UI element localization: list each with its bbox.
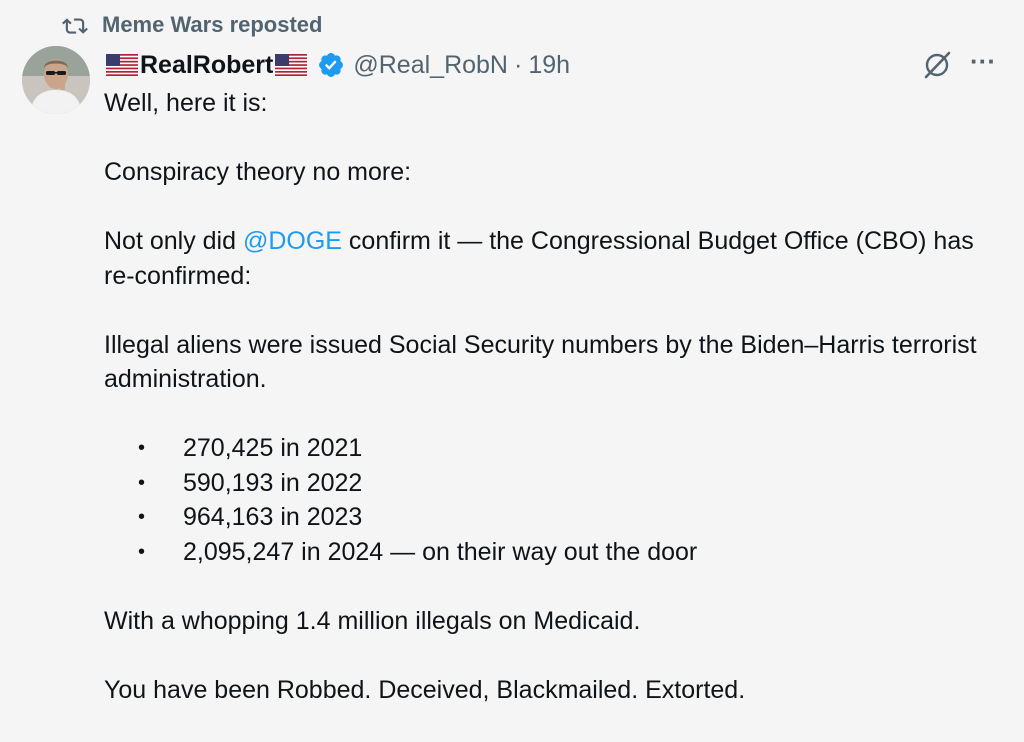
bullet-dot: • [138, 471, 146, 494]
tweet-paragraph: You have been Robbed. Deceived, Blackmai… [104, 675, 746, 704]
tweet-paragraph: Not only did @DOGE confirm it — the Cong… [104, 224, 1004, 293]
us-flag-icon [106, 54, 138, 76]
repost-indicator[interactable]: Meme Wars reposted [62, 12, 322, 38]
verified-badge-icon[interactable] [317, 51, 345, 79]
avatar[interactable] [22, 46, 90, 114]
bullet-dot: • [138, 540, 146, 563]
tweet-body: Well, here it is: Conspiracy theory no m… [104, 86, 1004, 742]
us-flag-icon [275, 54, 308, 76]
list-item: • 964,163 in 2023 [104, 500, 1004, 535]
display-name[interactable]: RealRobert [140, 51, 273, 80]
tweet-paragraph: Illegal aliens were issued Social Securi… [104, 330, 977, 394]
tweet-text: Not only did [104, 227, 243, 255]
list-item: • 590,193 in 2022 [104, 466, 1004, 501]
tweet-timestamp[interactable]: 19h [528, 51, 570, 80]
tweet-paragraph: Conspiracy theory no more: [104, 158, 412, 186]
list-item: • 2,095,247 in 2024 — on their way out th… [104, 535, 1004, 570]
more-options-icon[interactable]: ··· [966, 48, 1000, 82]
tweet-header: RealRobert @Real_RobN · 19h [104, 48, 570, 82]
list-item-text: 964,163 in 2023 [183, 503, 363, 531]
mention-link[interactable]: @DOGE [243, 227, 342, 255]
grok-icon[interactable] [920, 48, 954, 82]
repost-label: Meme Wars reposted [102, 12, 323, 37]
list-item-text: 270,425 in 2021 [183, 434, 363, 462]
list-item: • 270,425 in 2021 [104, 431, 1004, 466]
tweet-paragraph: With a whopping 1.4 million illegals on … [104, 606, 641, 635]
bullet-dot: • [138, 506, 146, 528]
repost-icon [62, 14, 88, 36]
bullet-list: • 270,425 in 2021 • 590,193 in 2022 • 964,1… [104, 431, 1004, 569]
list-item-text: 2,095,247 in 2024 — on their way out the… [183, 537, 698, 566]
tweet-paragraph: Well, here it is: [104, 89, 268, 117]
list-item-text: 590,193 in 2022 [183, 468, 363, 497]
header-separator: · [514, 50, 523, 79]
author-handle[interactable]: @Real_RobN [353, 51, 508, 80]
bullet-dot: • [138, 437, 146, 459]
